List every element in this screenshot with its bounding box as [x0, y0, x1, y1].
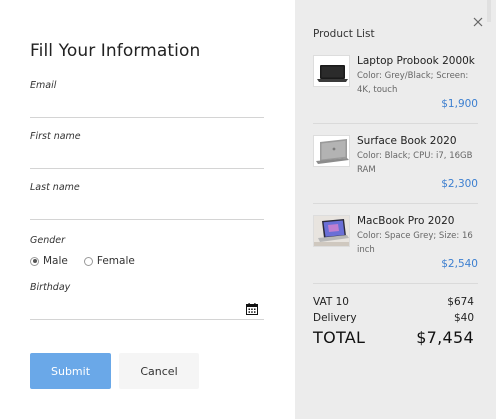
gender-female-label: Female: [96, 255, 135, 267]
surface-book-thumbnail: [313, 135, 350, 167]
cancel-button[interactable]: Cancel: [119, 353, 199, 389]
product-item: Laptop Probook 2000k Color: Grey/Black; …: [313, 55, 478, 123]
product-description: Color: Grey/Black; Screen: 4K, touch: [357, 71, 469, 95]
delivery-label: Delivery: [313, 312, 357, 324]
product-item: MacBook Pro 2020 Color: Space Grey; Size…: [313, 215, 478, 283]
product-price: $2,300: [441, 178, 478, 190]
last-name-input[interactable]: [30, 198, 264, 216]
first-name-field-group: First name: [30, 131, 264, 171]
gender-radio-group: Male Female: [30, 255, 151, 267]
email-label: Email: [30, 80, 57, 91]
gender-option-female[interactable]: Female: [83, 255, 135, 267]
birthday-field-group: Birthday: [30, 282, 264, 322]
email-input[interactable]: [30, 96, 264, 114]
gender-label: Gender: [30, 235, 66, 246]
product-list-title: Product List: [313, 28, 375, 40]
product-name: MacBook Pro 2020: [357, 215, 455, 227]
email-underline: [30, 117, 264, 118]
vat-value: $674: [447, 296, 474, 308]
first-name-underline: [30, 168, 264, 169]
gender-option-male[interactable]: Male: [30, 255, 68, 267]
email-field-group: Email: [30, 80, 264, 120]
submit-button[interactable]: Submit: [30, 353, 111, 389]
close-icon[interactable]: [473, 17, 483, 27]
first-name-input[interactable]: [30, 147, 264, 165]
birthday-input[interactable]: [30, 300, 240, 318]
total-row: TOTAL $7,454: [313, 328, 474, 347]
vat-label: VAT 10: [313, 296, 349, 308]
summary-divider: [313, 283, 478, 284]
delivery-value: $40: [453, 312, 474, 324]
product-name: Laptop Probook 2000k: [357, 55, 475, 67]
product-list-panel: Product List Laptop Probook 2000k Color:…: [295, 0, 496, 419]
laptop-thumbnail: [313, 55, 350, 87]
product-divider: [313, 123, 478, 124]
last-name-label: Last name: [30, 182, 80, 193]
total-value: $7,454: [416, 328, 474, 347]
product-divider: [313, 203, 478, 204]
scrollbar-thumb[interactable]: [487, 0, 491, 22]
radio-male[interactable]: [30, 256, 39, 266]
delivery-row: Delivery $40: [313, 312, 474, 324]
radio-female[interactable]: [83, 256, 93, 266]
last-name-field-group: Last name: [30, 182, 264, 222]
product-description: Color: Space Grey; Size: 16 inch: [357, 231, 473, 255]
form-title: Fill Your Information: [30, 41, 201, 61]
birthday-label: Birthday: [30, 282, 71, 293]
first-name-label: First name: [30, 131, 81, 142]
total-label: TOTAL: [313, 328, 366, 347]
product-description: Color: Black; CPU: i7, 16GB RAM: [357, 151, 473, 175]
product-price: $2,540: [441, 258, 478, 270]
gender-male-label: Male: [43, 255, 68, 267]
last-name-underline: [30, 219, 264, 220]
product-price: $1,900: [441, 98, 478, 110]
birthday-underline: [30, 319, 264, 320]
calendar-icon[interactable]: [246, 303, 258, 315]
product-name: Surface Book 2020: [357, 135, 457, 147]
information-form: Fill Your Information Email First name L…: [0, 0, 295, 419]
vat-row: VAT 10 $674: [313, 296, 474, 308]
macbook-thumbnail: [313, 215, 350, 247]
product-item: Surface Book 2020 Color: Black; CPU: i7,…: [313, 135, 478, 203]
